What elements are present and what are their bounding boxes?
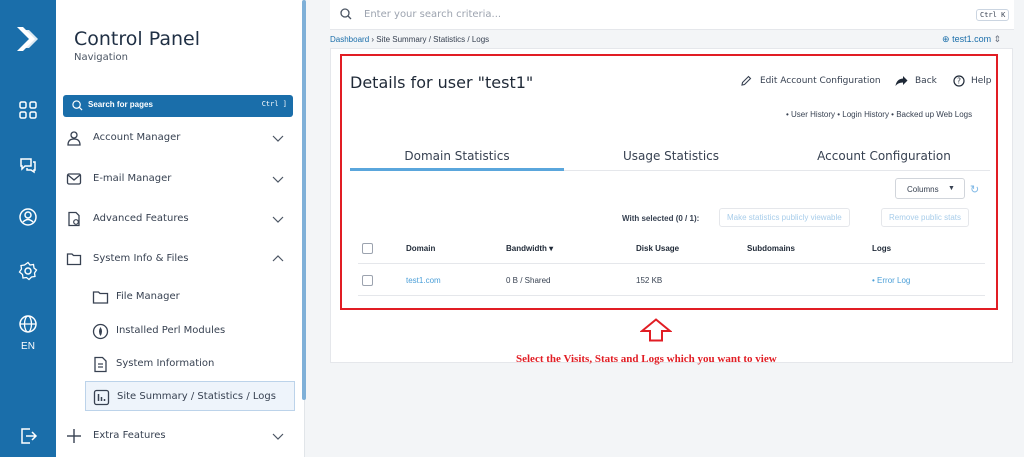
- sidebar-item-advanced-features[interactable]: Advanced Features: [56, 204, 305, 234]
- settings-icon[interactable]: [18, 261, 38, 281]
- logout-icon[interactable]: [18, 426, 38, 446]
- sidebar-item-system-info-files[interactable]: System Info & Files: [56, 244, 305, 274]
- sidebar-scrollbar[interactable]: [302, 0, 306, 400]
- sidebar-item-label: Advanced Features: [93, 213, 189, 224]
- chevron-updown-icon: ⇕: [993, 34, 1002, 44]
- nav-title: Control Panel: [74, 28, 200, 50]
- top-search-bar[interactable]: Enter your search criteria... Ctrl K: [330, 0, 1014, 30]
- globe-icon: ⊕: [942, 34, 950, 44]
- sidebar-subitem-file-manager[interactable]: File Manager: [85, 282, 295, 312]
- chevron-up-icon: [272, 255, 284, 262]
- logo-icon[interactable]: [13, 24, 43, 54]
- profile-icon[interactable]: [18, 207, 38, 227]
- chevron-down-icon: [272, 433, 284, 440]
- search-icon: [72, 100, 83, 111]
- globe-icon[interactable]: [18, 314, 38, 334]
- sidebar-subitem-label: File Manager: [116, 291, 180, 302]
- search-pages-button[interactable]: Search for pages Ctrl ]: [63, 95, 293, 117]
- mail-icon: [66, 173, 82, 185]
- highlight-box: [340, 54, 998, 310]
- sidebar-item-email-manager[interactable]: E-mail Manager: [56, 164, 305, 194]
- search-input[interactable]: Enter your search criteria...: [364, 9, 501, 20]
- perl-icon: [92, 323, 109, 340]
- sidebar-item-extra-features[interactable]: Extra Features: [56, 421, 305, 451]
- advanced-icon: [68, 211, 80, 227]
- nav-subtitle: Navigation: [74, 52, 128, 63]
- language-label[interactable]: EN: [0, 341, 56, 352]
- sidebar-item-label: Extra Features: [93, 430, 166, 441]
- breadcrumb-dashboard-link[interactable]: Dashboard: [330, 35, 369, 44]
- dashboard-icon[interactable]: [18, 100, 38, 120]
- breadcrumb-current: › Site Summary / Statistics / Logs: [369, 35, 490, 44]
- annotation-caption: Select the Visits, Stats and Logs which …: [516, 353, 777, 365]
- chevron-down-icon: [272, 135, 284, 142]
- sidebar-subitem-label: System Information: [116, 358, 215, 369]
- domain-selector-label: test1.com: [952, 34, 992, 44]
- sidebar-item-label: E-mail Manager: [93, 173, 172, 184]
- chevron-down-icon: [272, 216, 284, 223]
- folder-icon: [92, 291, 109, 304]
- sidebar-subitem-label: Installed Perl Modules: [116, 325, 226, 336]
- sidebar-subitem-installed-perl-modules[interactable]: Installed Perl Modules: [85, 316, 295, 346]
- breadcrumb: Dashboard › Site Summary / Statistics / …: [330, 35, 489, 44]
- search-icon: [340, 8, 352, 20]
- sidebar-subitem-label: Site Summary / Statistics / Logs: [117, 391, 276, 402]
- navigation-sidebar: Control Panel Navigation Search for page…: [56, 0, 305, 457]
- domain-selector[interactable]: ⊕ test1.com ⇕: [942, 34, 1001, 45]
- plus-icon: [67, 429, 81, 443]
- chevron-down-icon: [272, 176, 284, 183]
- search-pages-label: Search for pages: [88, 100, 153, 109]
- sidebar-subitem-site-summary[interactable]: Site Summary / Statistics / Logs: [85, 381, 295, 411]
- icon-rail: EN: [0, 0, 56, 457]
- sidebar-item-label: Account Manager: [93, 132, 181, 143]
- search-shortcut: Ctrl K: [976, 9, 1010, 21]
- sidebar-item-label: System Info & Files: [93, 253, 189, 264]
- chart-icon: [93, 389, 110, 406]
- up-arrow-icon: [640, 318, 672, 342]
- sidebar-item-account-manager[interactable]: Account Manager: [56, 123, 305, 153]
- search-pages-shortcut: Ctrl ]: [261, 100, 287, 108]
- messages-icon[interactable]: [18, 155, 38, 175]
- user-icon: [67, 131, 81, 146]
- document-icon: [94, 356, 107, 373]
- sidebar-subitem-system-information[interactable]: System Information: [85, 349, 295, 379]
- folder-icon: [66, 253, 82, 266]
